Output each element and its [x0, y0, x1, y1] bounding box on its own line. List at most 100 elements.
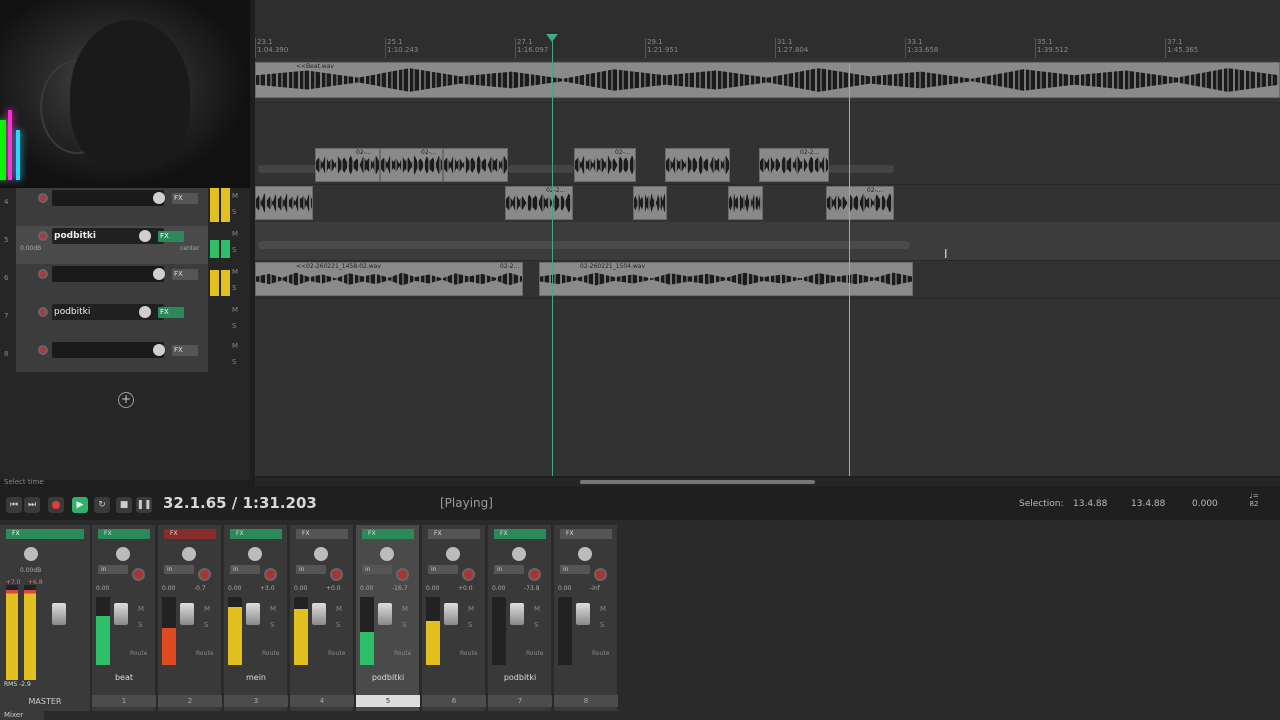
record-arm-button[interactable] [38, 193, 48, 203]
input-button[interactable]: in [98, 565, 128, 574]
record-arm-button[interactable] [528, 568, 541, 581]
route-button[interactable]: Route [130, 650, 147, 657]
channel-fader[interactable] [114, 603, 128, 625]
media-item[interactable]: 02-... [574, 148, 636, 182]
channel-number[interactable]: 1 [92, 695, 156, 707]
go-to-end-icon[interactable]: ⏭ [24, 497, 40, 513]
stop-button[interactable]: ■ [116, 497, 132, 513]
fx-button[interactable]: FX [164, 529, 216, 539]
track-panel-5[interactable]: 5 podbitki FX 0.00dB center [4, 226, 208, 265]
mute-button[interactable]: M [534, 605, 540, 613]
input-button[interactable]: in [230, 565, 260, 574]
fx-button[interactable]: FX [6, 529, 84, 539]
media-item[interactable] [665, 148, 730, 182]
channel-number[interactable]: 7 [488, 695, 552, 707]
record-arm-button[interactable] [396, 568, 409, 581]
pan-knob[interactable] [116, 547, 130, 561]
channel-number[interactable]: 3 [224, 695, 288, 707]
record-arm-button[interactable] [38, 307, 48, 317]
media-item[interactable]: 02-260221_1504.wav [539, 262, 913, 296]
pause-button[interactable]: ❚❚ [136, 497, 152, 513]
pan-knob[interactable] [314, 547, 328, 561]
media-item[interactable] [443, 148, 508, 182]
mixer-strip-7[interactable]: FX in 0.00 -73.8 M S Route podbitki 7 [488, 525, 552, 711]
mute-button[interactable]: M [232, 192, 244, 200]
track-panel-7[interactable]: 7 podbitki FX [4, 302, 208, 341]
channel-number[interactable]: 4 [290, 695, 354, 707]
media-item[interactable] [633, 186, 667, 220]
master-fader[interactable] [52, 603, 66, 625]
scrollbar-thumb[interactable] [580, 480, 815, 484]
channel-name[interactable]: podbitki [488, 673, 552, 682]
repeat-icon[interactable]: ↻ [94, 497, 110, 513]
input-button[interactable]: in [494, 565, 524, 574]
record-arm-button[interactable] [38, 269, 48, 279]
mute-button[interactable]: M [232, 306, 244, 314]
channel-fader[interactable] [510, 603, 524, 625]
channel-number[interactable]: 5 [356, 695, 420, 707]
record-arm-button[interactable] [264, 568, 277, 581]
solo-button[interactable]: S [270, 621, 274, 629]
mute-button[interactable]: M [402, 605, 408, 613]
fx-button[interactable]: FX [560, 529, 612, 539]
record-arm-button[interactable] [38, 231, 48, 241]
solo-button[interactable]: S [232, 284, 244, 292]
media-item[interactable] [728, 186, 763, 220]
track-name-field[interactable] [52, 342, 164, 358]
mixer-strip-8[interactable]: FX in 0.00 -inf M S Route 8 [554, 525, 618, 711]
fx-button[interactable]: FX [172, 193, 198, 204]
route-button[interactable]: Route [328, 650, 345, 657]
fx-button[interactable]: FX [98, 529, 150, 539]
mixer-strip-5[interactable]: FX in 0.00 -16.7 M S Route podbitki 5 [356, 525, 420, 711]
record-arm-button[interactable] [198, 568, 211, 581]
fx-button[interactable]: FX [362, 529, 414, 539]
fx-button[interactable]: FX [172, 269, 198, 280]
solo-button[interactable]: S [232, 322, 244, 330]
mute-button[interactable]: M [270, 605, 276, 613]
media-item[interactable]: 02-... [315, 148, 380, 182]
tempo-display[interactable]: ♩= 82 [1248, 492, 1260, 508]
fx-button[interactable]: FX [172, 345, 198, 356]
solo-button[interactable]: S [600, 621, 604, 629]
fx-button[interactable]: FX [494, 529, 546, 539]
pan-knob[interactable] [380, 547, 394, 561]
input-button[interactable]: in [428, 565, 458, 574]
timeline-ruler[interactable]: 23.1 1:04.390 25.1 1:10.243 27.1 1:16.097 2… [255, 0, 1280, 58]
solo-button[interactable]: S [232, 358, 244, 366]
record-arm-button[interactable] [38, 345, 48, 355]
solo-button[interactable]: S [336, 621, 340, 629]
record-arm-button[interactable] [132, 568, 145, 581]
record-arm-button[interactable] [462, 568, 475, 581]
fx-button[interactable]: FX [158, 307, 184, 318]
input-button[interactable]: in [560, 565, 590, 574]
channel-fader[interactable] [576, 603, 590, 625]
channel-name[interactable]: mein [224, 673, 288, 682]
pan-knob[interactable] [248, 547, 262, 561]
route-button[interactable]: Route [460, 650, 477, 657]
pan-knob[interactable] [578, 547, 592, 561]
play-button[interactable]: ▶ [72, 497, 88, 513]
input-button[interactable]: in [296, 565, 326, 574]
channel-number[interactable]: 6 [422, 695, 486, 707]
solo-button[interactable]: S [468, 621, 472, 629]
track-name-field[interactable] [52, 190, 164, 206]
mute-button[interactable]: M [468, 605, 474, 613]
media-item[interactable]: <<02-260221_1458-02.wav 02-2... [255, 262, 523, 296]
pan-knob[interactable] [182, 547, 196, 561]
channel-number[interactable]: 8 [554, 695, 618, 707]
volume-knob[interactable] [153, 268, 165, 280]
media-item[interactable] [255, 186, 313, 220]
mute-button[interactable]: M [336, 605, 342, 613]
volume-knob[interactable] [153, 344, 165, 356]
route-button[interactable]: Route [196, 650, 213, 657]
track-panel-6[interactable]: 6 FX [4, 264, 208, 303]
mute-button[interactable]: M [204, 605, 210, 613]
master-strip[interactable]: FX 0.00dB +7.0 +6.8 RMS -2.9 MASTER [0, 525, 90, 711]
mixer-strip-6[interactable]: FX in 0.00 +0.0 M S Route 6 [422, 525, 486, 711]
track-panel-8[interactable]: 8 FX [4, 340, 208, 373]
channel-fader[interactable] [312, 603, 326, 625]
volume-knob[interactable] [139, 230, 151, 242]
channel-fader[interactable] [444, 603, 458, 625]
channel-fader[interactable] [246, 603, 260, 625]
mixer-strip-1[interactable]: FX in 0.00 M S Route beat 1 [92, 525, 156, 711]
